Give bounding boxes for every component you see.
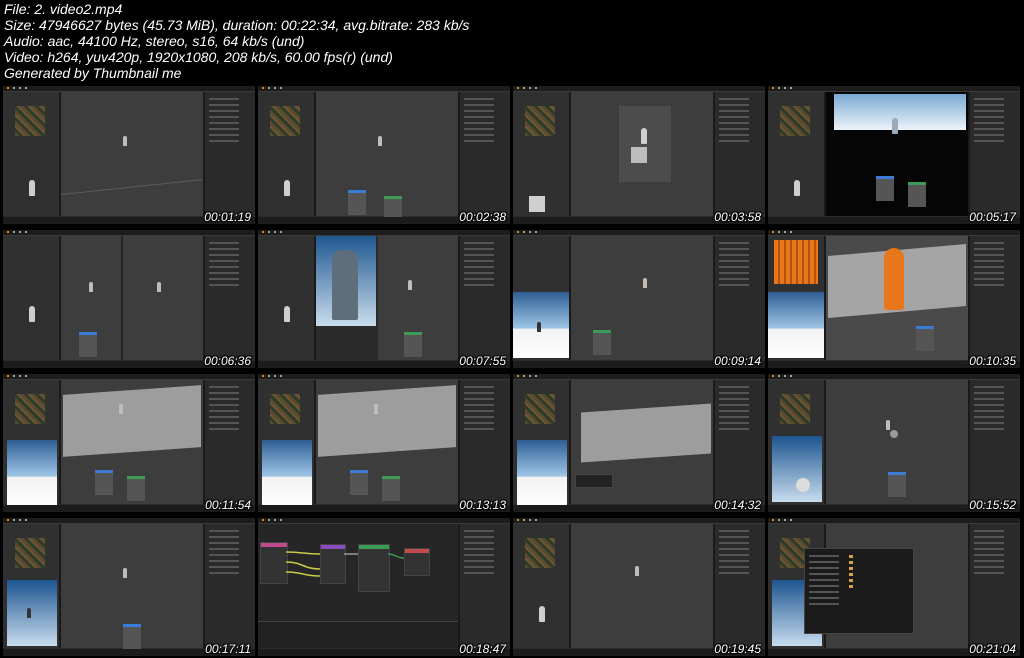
timestamp: 00:13:13 [459,498,506,512]
file-info-header: File: 2. video2.mp4 Size: 47946627 bytes… [4,1,1014,81]
texture-preview [270,394,300,424]
thumbnail-13: 00:17:11 [3,518,255,656]
thumbnail-12: 00:15:52 [768,374,1020,512]
file-name-line: File: 2. video2.mp4 [4,1,123,17]
texture-preview [780,106,810,136]
thumbnail-7: 00:09:14 [513,230,765,368]
character-figure [157,282,161,292]
sky-preview [517,440,567,506]
texture-preview [15,394,45,424]
figure-preview [539,606,545,622]
figure-preview [284,306,290,322]
sky-preview [768,292,824,358]
texture-preview [525,538,555,568]
timestamp: 00:07:55 [459,354,506,368]
timestamp: 00:02:38 [459,210,506,224]
thumbnail-5: 00:06:36 [3,230,255,368]
texture-preview [525,394,555,424]
timestamp: 00:01:19 [204,210,251,224]
thumbnail-grid: 00:01:19 00:02:38 00:03:58 00:05:17 00:0… [0,85,1024,658]
figure-preview [29,306,35,322]
thumbnail-4: 00:05:17 [768,86,1020,224]
character-figure [123,568,127,578]
character-figure [635,566,639,576]
texture-preview [780,394,810,424]
figure-preview [29,180,35,196]
timestamp: 00:09:14 [714,354,761,368]
character-figure [643,278,647,288]
shader-node [908,182,926,207]
figure-preview [284,180,290,196]
texture-preview [15,106,45,136]
thumbnail-8: 00:10:35 [768,230,1020,368]
shader-node [79,332,97,357]
video-info-line: Video: h264, yuv420p, 1920x1080, 208 kb/… [4,49,393,65]
timestamp: 00:10:35 [969,354,1016,368]
sky-preview [7,580,57,646]
character-figure [408,280,412,290]
thumbnail-14: 00:18:47 [258,518,510,656]
thumbnail-2: 00:02:38 [258,86,510,224]
timestamp: 00:05:17 [969,210,1016,224]
timestamp: 00:11:54 [205,498,251,512]
sky-preview [262,440,312,506]
timestamp: 00:18:47 [459,642,506,656]
shader-node [348,190,366,215]
thumbnail-9: 00:11:54 [3,374,255,512]
thumbnail-10: 00:13:13 [258,374,510,512]
shader-node [876,176,894,201]
audio-info-line: Audio: aac, 44100 Hz, stereo, s16, 64 kb… [4,33,305,49]
sky-preview [7,440,57,506]
figure-preview [537,322,541,332]
orange-texture [774,240,818,284]
timeline [258,621,458,648]
thumbnail-3: 00:03:58 [513,86,765,224]
timestamp: 00:19:45 [714,642,761,656]
timestamp: 00:06:36 [204,354,251,368]
texture-preview [270,106,300,136]
shader-node [95,470,113,495]
shader-node [593,330,611,355]
sphere-object [890,430,898,438]
timestamp: 00:21:04 [969,642,1016,656]
character-figure [886,420,890,430]
character-figure [119,404,123,414]
material-panel [575,474,613,488]
shader-node [916,326,934,351]
file-size-line: Size: 47946627 bytes (45.73 MiB), durati… [4,17,470,33]
thumbnail-16: 00:21:04 [768,518,1020,656]
character-figure [641,128,647,144]
shader-node [127,476,145,501]
character-figure [89,282,93,292]
figure-preview [794,180,800,196]
shader-node [123,624,141,649]
shader-node [382,476,400,501]
timestamp: 00:03:58 [714,210,761,224]
character-figure [892,118,898,134]
sky-preview [772,436,822,502]
orange-character [884,248,904,310]
timestamp: 00:17:11 [205,642,251,656]
texture-preview [525,106,555,136]
character-figure [378,136,382,146]
thumbnail-15: 00:19:45 [513,518,765,656]
shader-node [888,472,906,497]
timestamp: 00:14:32 [714,498,761,512]
file-browser-dialog [804,548,914,634]
shader-node [350,470,368,495]
node-links [285,551,405,577]
texture-preview [15,538,45,568]
character-figure [123,136,127,146]
thumbnail-1: 00:01:19 [3,86,255,224]
thumbnail-6: 00:07:55 [258,230,510,368]
character-figure [374,404,378,414]
thumbnail-11: 00:14:32 [513,374,765,512]
generator-line: Generated by Thumbnail me [4,65,182,81]
character-closeup [332,250,358,320]
shader-node [404,332,422,357]
sky-preview [513,292,569,358]
timestamp: 00:15:52 [969,498,1016,512]
